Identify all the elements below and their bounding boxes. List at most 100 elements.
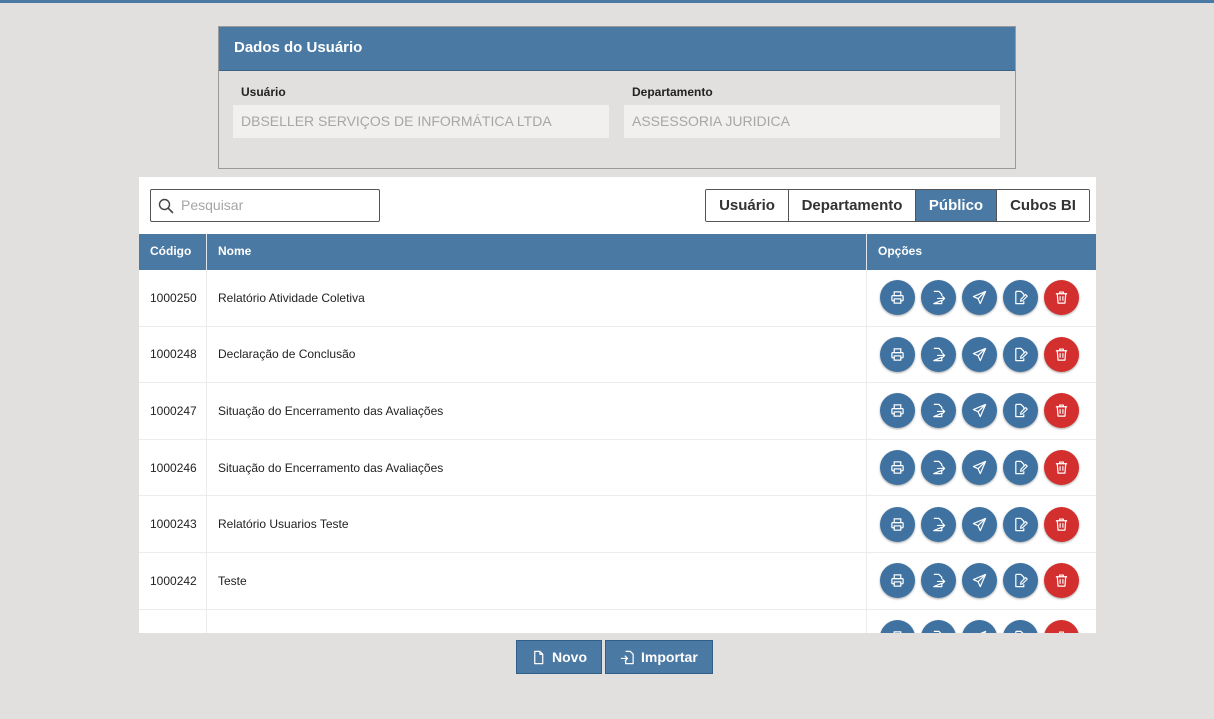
department-input[interactable]: ASSESSORIA JURIDICA: [624, 105, 1000, 138]
column-header-options: Opções: [878, 244, 923, 258]
table-row[interactable]: 1000248 Declaração de Conclusão: [139, 326, 1096, 384]
export-icon: [933, 517, 946, 531]
export-button[interactable]: [921, 393, 956, 429]
print-button[interactable]: [880, 506, 915, 542]
filter-tabs: Usuário Departamento Público Cubos BI: [705, 189, 1090, 222]
edit-button[interactable]: [1003, 336, 1038, 372]
row-name: [207, 609, 867, 633]
table-row[interactable]: [139, 609, 1096, 633]
trash-button[interactable]: [1044, 506, 1079, 542]
department-field: Departamento ASSESSORIA JURIDICA: [624, 85, 1000, 138]
import-button-label: Importar: [641, 649, 698, 665]
import-icon: [620, 650, 634, 664]
print-button[interactable]: [880, 393, 915, 429]
table-row[interactable]: 1000250 Relatório Atividade Coletiva: [139, 270, 1096, 327]
row-options: [867, 270, 1096, 326]
new-button[interactable]: Novo: [516, 640, 602, 674]
send-button[interactable]: [962, 563, 997, 599]
export-button[interactable]: [921, 563, 956, 599]
tab-cubos-bi[interactable]: Cubos BI: [997, 190, 1089, 221]
trash-icon: [1055, 631, 1068, 633]
search-input[interactable]: Pesquisar: [150, 189, 380, 222]
print-icon: [891, 574, 904, 587]
edit-icon: [1015, 574, 1028, 588]
send-icon: [972, 517, 987, 531]
table-body: 1000250 Relatório Atividade Coletiva 10002…: [139, 270, 1096, 633]
edit-button[interactable]: [1003, 393, 1038, 429]
edit-button[interactable]: [1003, 619, 1038, 633]
export-button[interactable]: [921, 619, 956, 633]
trash-button[interactable]: [1044, 619, 1079, 633]
edit-icon: [1015, 517, 1028, 531]
edit-icon: [1015, 291, 1028, 305]
edit-button[interactable]: [1003, 450, 1038, 486]
print-icon: [891, 461, 904, 474]
print-button[interactable]: [880, 280, 915, 316]
trash-icon: [1055, 348, 1068, 361]
export-icon: [933, 460, 946, 475]
search-placeholder: Pesquisar: [181, 197, 244, 213]
export-icon: [933, 630, 942, 633]
send-icon: [972, 460, 987, 475]
trash-icon: [1055, 461, 1068, 474]
send-button[interactable]: [962, 506, 997, 542]
send-button[interactable]: [962, 393, 997, 429]
edit-button[interactable]: [1003, 506, 1038, 542]
trash-button[interactable]: [1044, 393, 1079, 429]
print-button[interactable]: [880, 563, 915, 599]
send-button[interactable]: [962, 450, 997, 486]
send-button[interactable]: [962, 280, 997, 316]
print-icon: [891, 291, 904, 305]
print-icon: [891, 348, 904, 361]
export-button[interactable]: [921, 280, 956, 316]
trash-button[interactable]: [1044, 280, 1079, 316]
export-icon: [933, 404, 946, 418]
column-header-name[interactable]: Nome: [207, 234, 867, 270]
print-icon: [893, 631, 902, 633]
export-button[interactable]: [921, 336, 956, 372]
table-row[interactable]: 1000246 Situação do Encerramento das Aval…: [139, 439, 1096, 497]
bottom-actions: Novo Importar: [516, 640, 713, 674]
trash-button[interactable]: [1044, 450, 1079, 486]
table-row[interactable]: 1000242 Teste: [139, 552, 1096, 610]
row-options: [867, 610, 1096, 633]
user-input[interactable]: DBSELLER SERVIÇOS DE INFORMÁTICA LTDA: [233, 105, 609, 138]
column-header-code[interactable]: Código: [139, 234, 207, 270]
edit-icon: [1015, 404, 1028, 418]
send-icon: [979, 630, 987, 633]
tab-departamento[interactable]: Departamento: [789, 190, 916, 221]
search-icon: [158, 198, 174, 214]
trash-icon: [1055, 404, 1068, 418]
send-icon: [972, 574, 987, 588]
row-name: Relatório Atividade Coletiva: [207, 270, 867, 326]
edit-button[interactable]: [1003, 280, 1038, 316]
table-row[interactable]: 1000247 Situação do Encerramento das Aval…: [139, 383, 1096, 440]
table-row[interactable]: 1000243 Relatório Usuarios Teste: [139, 496, 1096, 553]
user-field-label: Usuário: [241, 85, 286, 99]
top-accent-line: [0, 0, 1214, 3]
print-icon: [891, 404, 904, 418]
send-button[interactable]: [962, 336, 997, 372]
export-button[interactable]: [921, 506, 956, 542]
export-icon: [933, 347, 946, 362]
row-name: Teste: [207, 552, 867, 609]
import-button[interactable]: Importar: [605, 640, 713, 674]
print-button[interactable]: [880, 450, 915, 486]
trash-icon: [1055, 518, 1068, 531]
send-icon: [972, 347, 987, 362]
edit-button[interactable]: [1003, 563, 1038, 599]
trash-icon: [1055, 574, 1068, 587]
row-options: [867, 496, 1096, 552]
print-button[interactable]: [880, 619, 915, 633]
user-data-panel: Dados do Usuário Usuário DBSELLER SERVIÇ…: [218, 26, 1016, 169]
trash-button[interactable]: [1044, 563, 1079, 599]
print-button[interactable]: [880, 336, 915, 372]
export-button[interactable]: [921, 450, 956, 486]
send-button[interactable]: [962, 619, 997, 633]
tab-publico[interactable]: Público: [916, 190, 997, 221]
row-code: 1000248: [139, 326, 207, 383]
tab-usuario[interactable]: Usuário: [706, 190, 789, 221]
print-icon: [891, 517, 904, 531]
trash-button[interactable]: [1044, 336, 1079, 372]
user-panel-title: Dados do Usuário: [219, 27, 1015, 71]
